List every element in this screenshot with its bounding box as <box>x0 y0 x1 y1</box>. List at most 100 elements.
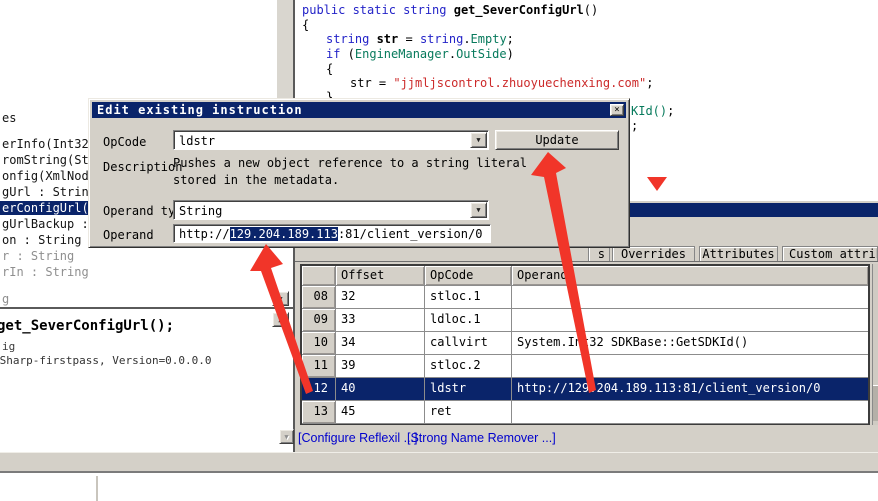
edit-instruction-dialog: Edit existing instruction × OpCode ldstr… <box>88 98 630 248</box>
row-header[interactable]: 09 <box>302 309 336 331</box>
code-line: public static string get_SeverConfigUrl(… <box>302 3 598 17</box>
dropdown-arrow-icon: ▼ <box>476 136 480 144</box>
code-member: OutSide <box>456 47 507 61</box>
operand-label: Operand <box>103 228 154 242</box>
tab-custom-attributes[interactable]: Custom attribute <box>782 246 878 262</box>
code-member: Empty <box>471 32 507 46</box>
scroll-down-button[interactable]: ▼ <box>272 291 289 306</box>
row-header[interactable]: 10 <box>302 332 336 354</box>
cell-opcode[interactable]: ret <box>425 401 512 423</box>
table-row[interactable]: 08 32 stloc.1 <box>302 286 868 309</box>
list-item[interactable]: r : String <box>2 249 74 263</box>
opcode-dropdown-button[interactable]: ▼ <box>470 132 487 148</box>
table-row[interactable]: 13 45 ret <box>302 401 868 424</box>
code-text: ( <box>340 47 354 61</box>
column-header-operand[interactable]: Operand <box>512 266 868 285</box>
operand-type-dropdown-button[interactable]: ▼ <box>470 202 487 218</box>
tab-attributes[interactable]: Attributes <box>699 246 778 262</box>
cell-operand[interactable] <box>512 286 868 308</box>
opcode-label: OpCode <box>103 135 146 149</box>
bottom-band <box>0 452 878 471</box>
cell-operand[interactable]: System.Int32 SDKBase::GetSDKId() <box>512 332 868 354</box>
type-fragment: ig <box>2 340 15 353</box>
cell-opcode[interactable]: ldstr <box>425 378 512 400</box>
operand-input[interactable]: http://129.204.189.113:81/client_version… <box>173 224 491 243</box>
code-text: . <box>463 32 470 46</box>
opcode-value: ldstr <box>179 133 215 149</box>
code-text: ; <box>667 104 674 118</box>
code-text: ; <box>507 32 514 46</box>
cell-opcode[interactable]: stloc.2 <box>425 355 512 377</box>
code-method-name: get_SeverConfigUrl <box>454 3 584 17</box>
list-item[interactable]: rIn : String <box>2 265 89 279</box>
strong-name-remover-link[interactable]: [Strong Name Remover ...] <box>407 431 556 445</box>
opcode-combobox[interactable]: ldstr ▼ <box>173 130 489 150</box>
instruction-table: Offset OpCode Operand 08 32 stloc.1 09 3… <box>300 264 870 425</box>
tab-label: Attributes <box>702 247 774 261</box>
operand-type-value: String <box>179 203 222 219</box>
assembly-version: CSharp-firstpass, Version=0.0.0.0 <box>0 354 212 367</box>
code-line: string str = string.Empty; <box>326 32 514 46</box>
table-row[interactable]: 09 33 ldloc.1 <box>302 309 868 332</box>
update-button[interactable]: Update <box>495 130 619 150</box>
cell-offset[interactable]: 33 <box>336 309 425 331</box>
table-scrollbar[interactable] <box>872 264 878 425</box>
operand-prefix: http:// <box>179 227 230 241</box>
cell-operand[interactable] <box>512 355 868 377</box>
description-text-line1: Pushes a new object reference to a strin… <box>173 156 527 171</box>
cell-offset[interactable]: 39 <box>336 355 425 377</box>
dropdown-button-disabled[interactable]: ▼ <box>279 429 294 444</box>
configure-reflexil-link[interactable]: [Configure Reflexil ...] <box>298 431 418 445</box>
cell-opcode[interactable]: stloc.1 <box>425 286 512 308</box>
description-label: Description <box>103 160 182 174</box>
close-button[interactable]: × <box>610 104 624 116</box>
column-header-opcode[interactable]: OpCode <box>425 266 512 285</box>
description-text-line2: stored in the metadata. <box>173 173 339 188</box>
tab-label: Overrides <box>621 247 686 261</box>
table-row-selected[interactable]: ▷12 40 ldstr http://129.204.189.113:81/c… <box>302 378 868 401</box>
table-row[interactable]: 11 39 stloc.2 <box>302 355 868 378</box>
cell-operand[interactable] <box>512 309 868 331</box>
scroll-up-button[interactable]: ▲ <box>272 312 289 327</box>
code-type: EngineManager <box>355 47 449 61</box>
list-item[interactable]: gUrl : String <box>2 185 96 199</box>
list-item[interactable]: es <box>2 111 16 125</box>
tab-label: Custom attribute <box>789 247 878 261</box>
scroll-down-icon: ▼ <box>278 295 282 303</box>
row-header[interactable]: 11 <box>302 355 336 377</box>
dialog-title-bar[interactable]: Edit existing instruction × <box>92 102 626 118</box>
row-header[interactable]: 13 <box>302 401 336 423</box>
code-keyword: string <box>420 32 463 46</box>
operand-type-combobox[interactable]: String ▼ <box>173 200 489 220</box>
list-item[interactable]: on : String <box>2 233 81 247</box>
row-header[interactable]: ▷12 <box>302 378 336 400</box>
row-header[interactable]: 08 <box>302 286 336 308</box>
dropdown-arrow-icon: ▼ <box>284 433 288 441</box>
list-item[interactable]: g <box>2 292 9 306</box>
close-icon: × <box>614 105 619 115</box>
code-line: { <box>326 62 333 76</box>
code-text: ; <box>646 76 653 90</box>
operand-selected-text: 129.204.189.113 <box>230 227 338 241</box>
member-list-scrollbar-track[interactable] <box>277 0 293 98</box>
bottom-band-border <box>0 471 878 473</box>
code-text: ) <box>507 47 514 61</box>
table-row[interactable]: 10 34 callvirt System.Int32 SDKBase::Get… <box>302 332 868 355</box>
code-member: KId() <box>631 104 667 118</box>
cell-operand[interactable]: http://129.204.189.113:81/client_version… <box>512 378 868 400</box>
tab-overrides[interactable]: Overrides <box>612 246 695 262</box>
cell-offset[interactable]: 40 <box>336 378 425 400</box>
table-scrollbar-thumb[interactable] <box>873 385 878 421</box>
code-text: str = <box>350 76 393 90</box>
row-number: 12 <box>314 381 328 395</box>
table-header-row: Offset OpCode Operand <box>302 266 868 286</box>
cell-offset[interactable]: 45 <box>336 401 425 423</box>
cell-offset[interactable]: 34 <box>336 332 425 354</box>
code-variable: str <box>377 32 399 46</box>
tab-clipped[interactable]: s <box>588 246 610 262</box>
cell-operand[interactable] <box>512 401 868 423</box>
cell-opcode[interactable]: callvirt <box>425 332 512 354</box>
cell-opcode[interactable]: ldloc.1 <box>425 309 512 331</box>
cell-offset[interactable]: 32 <box>336 286 425 308</box>
column-header-offset[interactable]: Offset <box>336 266 425 285</box>
